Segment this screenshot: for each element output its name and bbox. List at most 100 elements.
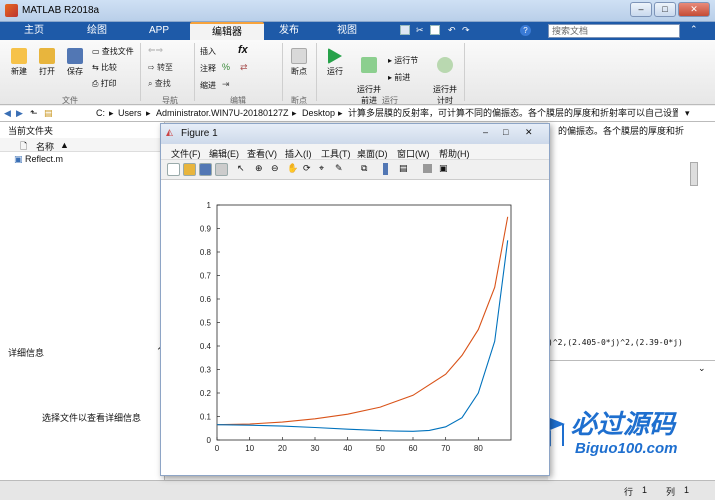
search-input[interactable]: 搜索文档 (548, 24, 680, 38)
path-part[interactable]: Desktop (302, 106, 335, 121)
help-icon[interactable]: ? (520, 25, 531, 36)
back-icon[interactable]: ◀ (4, 106, 11, 121)
status-bar: 行 1 列 1 (0, 480, 715, 500)
undo-icon[interactable]: ↶ (448, 25, 456, 36)
menu-insert[interactable]: 插入(I) (285, 147, 312, 160)
minimize-button[interactable]: – (630, 2, 652, 17)
link-plot-icon[interactable]: ⧉ (361, 163, 367, 174)
scrollbar[interactable] (690, 162, 698, 186)
find-files-button[interactable]: ▭ 查找文件 (92, 46, 134, 57)
close-button[interactable]: ✕ (678, 2, 710, 17)
menu-tools[interactable]: 工具(T) (321, 147, 351, 160)
find-button[interactable]: ⌕ 查找 (148, 78, 171, 89)
timer-icon (437, 57, 453, 73)
tab-view[interactable]: 视图 (316, 22, 378, 40)
percent-icon[interactable]: % (222, 62, 230, 72)
run-time-button[interactable]: 运行并 计时 (430, 48, 460, 106)
path-separator-icon: ▸ (338, 108, 343, 118)
indent-button[interactable]: 缩进 (200, 80, 216, 91)
browse-folder-icon[interactable]: ▤ (44, 106, 53, 121)
figure-minimize-button[interactable]: – (483, 127, 488, 137)
figure-close-button[interactable]: ✕ (525, 127, 533, 138)
open-label: 打开 (39, 67, 55, 76)
list-item[interactable]: ▣ Reflect.m (14, 154, 63, 165)
y-tick-label: 0.9 (200, 225, 212, 234)
menu-edit[interactable]: 编辑(E) (209, 147, 239, 160)
dropdown-icon[interactable]: ▾ (685, 106, 690, 121)
goto-button[interactable]: ⇨ 转至 (148, 62, 173, 73)
rotate-icon[interactable]: ⟳ (303, 163, 311, 174)
cut-icon[interactable]: ✂ (416, 25, 424, 36)
address-bar[interactable]: ◀ ▶ ⬑ ▤ C: ▸ Users ▸ Administrator.WIN7U… (0, 106, 715, 122)
figure-window[interactable]: ◭ Figure 1 – □ ✕ 文件(F) 编辑(E) 查看(V) 插入(I)… (160, 123, 550, 476)
open-icon[interactable] (183, 163, 196, 176)
new-button[interactable]: 新建 (6, 48, 32, 77)
colorbar-icon[interactable] (383, 163, 388, 175)
folder-icon (39, 48, 55, 64)
cmd-collapse-icon[interactable]: ⌄ (698, 363, 706, 374)
save-icon[interactable] (199, 163, 212, 176)
wrap-icon[interactable]: ⇄ (240, 62, 248, 73)
y-tick-label: 0 (207, 436, 212, 445)
ribbon-collapse-icon[interactable]: ⌃ (690, 24, 698, 35)
save-icon[interactable] (400, 25, 410, 35)
advance-button[interactable]: ▸ 前进 (388, 72, 410, 83)
open-button[interactable]: 打开 (34, 48, 60, 77)
figure-toolbar: ↖ ⊕ ⊖ ✋ ⟳ ⌖ ✎ ⧉ ▤ ▣ (161, 160, 549, 180)
compare-button[interactable]: ⇆ 比较 (92, 62, 117, 73)
hide-tools-icon[interactable] (423, 164, 432, 173)
tab-editor[interactable]: 编辑器 (190, 22, 264, 40)
divider (316, 43, 317, 101)
path-part[interactable]: 计算多层膜的反射率，可计算不同的偏振态。各个膜层的厚度和折射率可以自己设置 (348, 106, 678, 121)
menu-desktop[interactable]: 桌面(D) (357, 147, 388, 160)
insert-button[interactable]: 插入 (200, 46, 216, 57)
path-part[interactable]: Users (118, 106, 142, 121)
run-label: 运行 (327, 67, 343, 76)
plot-area[interactable]: 0 10 20 30 40 50 60 70 80 0 0.1 0.2 0.3 0.4 0.5 0.6 0.7 0… (161, 180, 549, 475)
x-tick-label: 20 (278, 444, 287, 453)
run-button[interactable]: 运行 (322, 48, 348, 77)
path-part[interactable]: C: (96, 106, 105, 121)
ribbon: 新建 打开 保存 ▭ 查找文件 ⇆ 比较 ⎙ 打印 文件 ⇨ 转至 ⌕ 查找 ⇐… (0, 40, 715, 105)
maximize-button[interactable]: □ (654, 2, 676, 17)
tab-apps[interactable]: APP (130, 22, 188, 40)
breakpoint-icon (291, 48, 307, 64)
pointer-icon[interactable]: ↖ (237, 163, 245, 174)
brush-icon[interactable]: ✎ (335, 163, 343, 174)
zoom-out-icon[interactable]: ⊖ (271, 163, 279, 174)
tab-home[interactable]: 主页 (6, 22, 62, 40)
up-folder-icon[interactable]: ⬑ (30, 106, 38, 121)
breakpoints-button[interactable]: 断点 (286, 48, 312, 77)
menu-help[interactable]: 帮助(H) (439, 147, 470, 160)
path-part[interactable]: Administrator.WIN7U-20180127Z (156, 106, 289, 121)
save-button[interactable]: 保存 (62, 48, 88, 77)
menu-view[interactable]: 查看(V) (247, 147, 277, 160)
forward-icon[interactable]: ▶ (16, 106, 23, 121)
figure-maximize-button[interactable]: □ (503, 127, 508, 137)
pan-icon[interactable]: ✋ (287, 163, 298, 174)
fx-icon[interactable]: fx (238, 44, 248, 56)
print-icon[interactable] (215, 163, 228, 176)
legend-icon[interactable]: ▤ (399, 163, 408, 174)
copy-icon[interactable] (430, 25, 440, 35)
nav-arrows-icon[interactable]: ⇐⇒ (148, 45, 163, 56)
menu-window[interactable]: 窗口(W) (397, 147, 430, 160)
print-button[interactable]: ⎙ 打印 (92, 78, 117, 89)
redo-icon[interactable]: ↷ (462, 25, 470, 36)
breakpoints-label: 断点 (291, 67, 307, 76)
tab-publish[interactable]: 发布 (266, 22, 312, 40)
indent-icon[interactable]: ⇥ (222, 79, 230, 90)
zoom-in-icon[interactable]: ⊕ (255, 163, 263, 174)
comment-button[interactable]: 注释 (200, 63, 216, 74)
editor-pane[interactable]: 的偏振态。各个膜层的厚度和折 )^2,(2.405-0*j)^2,(2.39-0… (548, 122, 715, 360)
search-icon[interactable]: ⌕ (668, 24, 673, 35)
new-figure-icon[interactable] (167, 163, 180, 176)
y-tick-label: 0.8 (200, 248, 212, 257)
tab-plots[interactable]: 绘图 (66, 22, 128, 40)
run-section-button[interactable]: ▸ 运行节 (388, 55, 418, 66)
dock-icon[interactable]: ▣ (439, 163, 448, 174)
data-cursor-icon[interactable]: ⌖ (319, 163, 324, 174)
column-header[interactable]: 🗋 名称 ▲ (0, 138, 164, 152)
x-tick-label: 50 (376, 444, 385, 453)
menu-file[interactable]: 文件(F) (171, 147, 201, 160)
